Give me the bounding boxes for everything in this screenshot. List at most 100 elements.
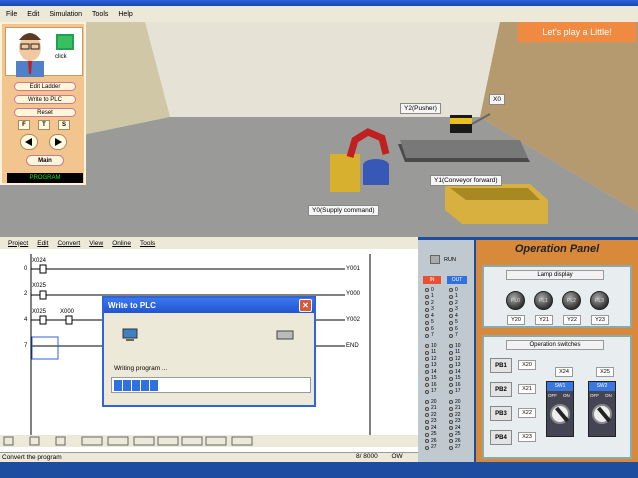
control-panel: click Edit Ladder Write to PLC Reset F T… [0, 22, 86, 185]
push-button-pb2[interactable]: PB2 [490, 382, 512, 397]
in-number: 7 [431, 332, 434, 338]
dialog-message: Writing program ... [114, 365, 168, 372]
lamp-display-box: Lamp display PL0 PL1 PL2 PL3 Y20 Y21 Y22… [482, 265, 632, 328]
mode-s-button[interactable]: S [58, 120, 70, 130]
sw2-x25: X25 [596, 367, 614, 377]
out-led [449, 327, 453, 331]
mode-f-button[interactable]: F [18, 120, 30, 130]
editor-menu-project[interactable]: Project [8, 240, 28, 247]
out-number: 27 [455, 444, 461, 450]
out-number: 3 [455, 306, 458, 312]
sw1-on: ON [563, 393, 570, 398]
in-number: 23 [431, 418, 437, 424]
push-button-pb4[interactable]: PB4 [490, 430, 512, 445]
out-number: 6 [455, 325, 458, 332]
next-button[interactable] [49, 134, 67, 150]
in-led [425, 314, 429, 318]
progress-block [150, 380, 158, 391]
editor-menu-view[interactable]: View [89, 240, 103, 247]
out-led [449, 413, 453, 417]
in-led [425, 439, 429, 443]
mode-t-button[interactable]: T [38, 120, 50, 130]
sw2-off: OFF [590, 393, 599, 398]
menu-tools[interactable]: Tools [92, 11, 108, 18]
editor-menu-convert[interactable]: Convert [57, 240, 80, 247]
write-to-plc-button[interactable]: Write to PLC [14, 95, 76, 104]
out-number: 17 [455, 388, 461, 394]
selector-switch-sw1[interactable]: SW1 OFF ON [546, 381, 574, 437]
sw1-knob-icon[interactable] [550, 404, 570, 424]
prev-button[interactable] [20, 134, 38, 150]
push-button-pb3[interactable]: PB3 [490, 406, 512, 421]
out-number: 25 [455, 431, 461, 437]
in-number: 26 [431, 437, 437, 444]
editor-menu-edit[interactable]: Edit [37, 240, 48, 247]
menu-edit[interactable]: Edit [27, 11, 39, 18]
lamp-pl0: PL0 [506, 291, 525, 310]
in-led [425, 320, 429, 325]
out-number: 2 [455, 299, 458, 306]
progress-block [132, 380, 140, 391]
selector-switch-sw2[interactable]: SW2 OFF ON [588, 381, 616, 437]
lamp-y20: Y20 [507, 315, 525, 325]
in-number: 27 [431, 444, 437, 450]
teacher-image: click [5, 27, 83, 77]
sw2-on: ON [605, 393, 612, 398]
out-number: 10 [455, 342, 461, 349]
lamp-pl3: PL3 [590, 291, 609, 310]
in-number: 10 [431, 342, 437, 349]
menu-help[interactable]: Help [118, 11, 132, 18]
progress-block [141, 380, 149, 391]
out-number: 24 [455, 424, 461, 431]
in-number: 1 [431, 293, 434, 299]
sw2-knob-icon[interactable] [592, 404, 612, 424]
rung-step-0: 0 [24, 266, 28, 272]
pb4-x23: X23 [518, 432, 536, 442]
click-label[interactable]: click [55, 54, 67, 60]
out-led [449, 432, 453, 437]
rung-step-4: 4 [24, 317, 28, 323]
out-led [449, 333, 453, 338]
out-led [449, 301, 453, 305]
in-led [425, 288, 429, 292]
editor-menu-tools[interactable]: Tools [140, 240, 155, 247]
in-number: 2 [431, 299, 434, 306]
close-icon[interactable]: ✕ [299, 299, 312, 312]
in-led [425, 419, 429, 424]
label-x0: X0 [489, 94, 505, 105]
editor-menu-online[interactable]: Online [112, 240, 131, 247]
operation-panel-title: Operation Panel [514, 243, 600, 255]
out-number: 15 [455, 375, 461, 381]
in-number: 17 [431, 388, 437, 394]
arrow-right-icon [55, 138, 62, 146]
out-led [449, 320, 453, 325]
editor-menu-bar: Project Edit Convert View Online Tools [0, 237, 418, 249]
rung-step-7: 7 [24, 343, 28, 349]
menu-file[interactable]: File [6, 11, 17, 18]
reset-button[interactable]: Reset [14, 108, 76, 117]
out-led [449, 383, 453, 387]
out-number: 12 [455, 355, 461, 362]
edit-ladder-button[interactable]: Edit Ladder [14, 82, 76, 91]
teacher-icon [16, 33, 74, 77]
out-led [449, 426, 453, 430]
ladder-tools-icon[interactable] [0, 435, 418, 447]
sw1-x24: X24 [555, 367, 573, 377]
sw1-label: SW1 [547, 382, 573, 391]
main-button[interactable]: Main [26, 155, 64, 166]
ladder-toolbar [0, 435, 418, 447]
run-label: RUN [444, 257, 456, 263]
out-led [449, 288, 453, 292]
in-number: 15 [431, 375, 437, 381]
computer-icon [122, 328, 138, 342]
out-led [449, 344, 453, 348]
menu-simulation[interactable]: Simulation [49, 11, 82, 18]
in-number: 13 [431, 362, 437, 368]
lets-play-button[interactable]: Let's play a Little! [518, 22, 636, 42]
in-led [425, 333, 429, 338]
in-number: 12 [431, 355, 437, 362]
push-button-pb1[interactable]: PB1 [490, 358, 512, 373]
pb2-x21: X21 [518, 384, 536, 394]
operation-panel: Operation Panel Lamp display PL0 PL1 PL2… [476, 240, 638, 462]
out-led [449, 376, 453, 381]
